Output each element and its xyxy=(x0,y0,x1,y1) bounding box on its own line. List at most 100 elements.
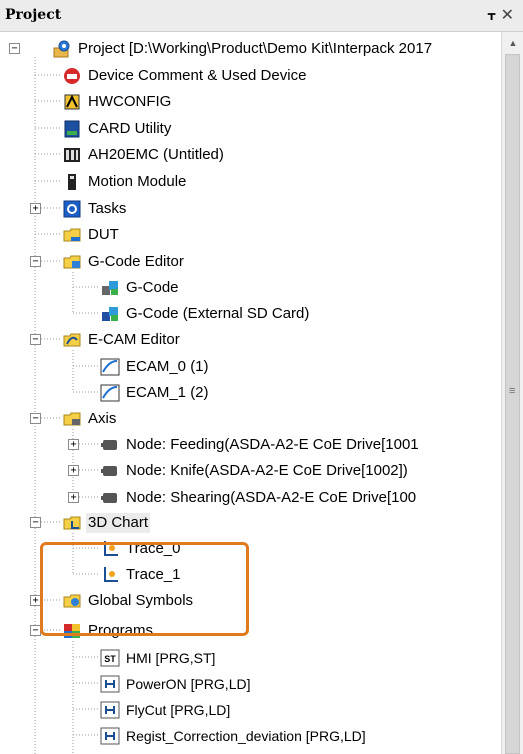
tree-label: Node: Feeding(ASDA-A2-E CoE Drive[1001 xyxy=(126,435,419,453)
shearing-expand-toggle[interactable]: + xyxy=(68,492,79,503)
tree-label: FlyCut [PRG,LD] xyxy=(126,701,231,718)
gcode-editor-icon xyxy=(62,252,82,272)
vertical-scrollbar[interactable]: ▲ ≡ xyxy=(501,32,523,754)
tree-item-ecam-1[interactable]: ECAM_1 (2) xyxy=(100,380,211,405)
tree-item-tasks[interactable]: Tasks xyxy=(62,196,128,221)
servo-node-icon xyxy=(100,461,120,481)
tree-label: E-CAM Editor xyxy=(88,330,180,348)
tree-label: PowerON [PRG,LD] xyxy=(126,675,251,692)
scrollbar-thumb[interactable] xyxy=(505,54,520,754)
ecam-curve-icon xyxy=(100,383,120,403)
tree-item-programs[interactable]: Programs xyxy=(62,618,155,643)
tree-label: Trace_0 xyxy=(126,539,181,557)
tree-label: CARD Utility xyxy=(88,119,172,137)
tree-item-3d-chart[interactable]: 3D Chart xyxy=(62,510,151,535)
tree-label: DUT xyxy=(88,225,119,243)
servo-node-icon xyxy=(100,435,120,455)
tree-label: Node: Shearing(ASDA-A2-E CoE Drive[100 xyxy=(126,488,417,506)
tree-item-hmi[interactable]: ST HMI [PRG,ST] xyxy=(100,645,217,670)
tree-label: Global Symbols xyxy=(88,591,194,609)
tree-label: G-Code (External SD Card) xyxy=(126,304,310,322)
gcode-icon xyxy=(100,278,120,298)
tree-label: Axis xyxy=(88,409,117,427)
ah20emc-icon xyxy=(62,145,82,165)
tree-item-trace-0[interactable]: Trace_0 xyxy=(100,536,182,561)
tree-label: G-Code xyxy=(126,278,179,296)
tree-item-regist-correction[interactable]: Regist_Correction_deviation [PRG,LD] xyxy=(100,723,368,748)
tree-label: HWCONFIG xyxy=(88,92,172,110)
tree-item-ecam-0[interactable]: ECAM_0 (1) xyxy=(100,354,211,379)
ld-program-icon xyxy=(100,700,120,720)
gcode-editor-collapse-toggle[interactable]: − xyxy=(30,256,41,267)
knife-expand-toggle[interactable]: + xyxy=(68,465,79,476)
ecam-editor-icon xyxy=(62,330,82,350)
st-badge-text: ST xyxy=(104,654,116,664)
ecam-editor-collapse-toggle[interactable]: − xyxy=(30,334,41,345)
servo-node-icon xyxy=(100,488,120,508)
project-tree: − + − − − + + + − + − Project [D:\Workin… xyxy=(0,32,501,754)
panel-titlebar: Project ᚁ ✕ xyxy=(0,0,523,32)
tree-label: HMI [PRG,ST] xyxy=(126,649,216,666)
feeding-expand-toggle[interactable]: + xyxy=(68,439,79,450)
st-program-icon: ST xyxy=(100,648,120,668)
tree-label: 3D Chart xyxy=(86,512,151,533)
tree-label: Node: Knife(ASDA-A2-E CoE Drive[1002]) xyxy=(126,461,408,479)
tree-item-node-feeding[interactable]: Node: Feeding(ASDA-A2-E CoE Drive[1001 xyxy=(100,432,421,457)
tasks-icon xyxy=(62,199,82,219)
root-collapse-toggle[interactable]: − xyxy=(9,43,20,54)
3d-chart-collapse-toggle[interactable]: − xyxy=(30,517,41,528)
tree-label: ECAM_0 (1) xyxy=(126,357,209,375)
tree-item-global-symbols[interactable]: Global Symbols xyxy=(62,588,195,613)
ld-program-icon xyxy=(100,674,120,694)
tree-item-poweron[interactable]: PowerON [PRG,LD] xyxy=(100,671,252,696)
tasks-expand-toggle[interactable]: + xyxy=(30,203,41,214)
gcode-sd-icon xyxy=(100,304,120,324)
tree-item-motion-module[interactable]: Motion Module xyxy=(62,169,188,194)
programs-icon xyxy=(62,621,82,641)
tree-item-hwconfig[interactable]: HWCONFIG xyxy=(62,89,173,114)
tree-label: Device Comment & Used Device xyxy=(88,66,307,84)
card-utility-icon xyxy=(62,119,82,139)
pin-icon[interactable]: ᚁ xyxy=(488,5,495,22)
ld-program-icon xyxy=(100,726,120,746)
tree-item-gcode-editor[interactable]: G-Code Editor xyxy=(62,249,186,274)
axis-collapse-toggle[interactable]: − xyxy=(30,413,41,424)
tree-label: Regist_Correction_deviation [PRG,LD] xyxy=(126,727,366,744)
panel-title: Project xyxy=(5,7,62,23)
close-icon[interactable]: ✕ xyxy=(501,5,514,25)
trace-icon xyxy=(100,539,120,559)
tree-item-ah20emc[interactable]: AH20EMC (Untitled) xyxy=(62,142,226,167)
tree-item-axis[interactable]: Axis xyxy=(62,406,118,431)
tree-item-node-knife[interactable]: Node: Knife(ASDA-A2-E CoE Drive[1002]) xyxy=(100,458,410,483)
tree-root-project[interactable]: Project [D:\Working\Product\Demo Kit\Int… xyxy=(52,36,434,61)
tree-label: Trace_1 xyxy=(126,565,181,583)
project-gear-icon xyxy=(52,39,72,59)
tree-item-gcode[interactable]: G-Code xyxy=(100,275,181,300)
hwconfig-icon xyxy=(62,92,82,112)
tree-item-node-shearing[interactable]: Node: Shearing(ASDA-A2-E CoE Drive[100 xyxy=(100,485,418,510)
device-comment-icon xyxy=(62,66,82,86)
dut-icon xyxy=(62,225,82,245)
tree-label: Motion Module xyxy=(88,172,187,190)
tree-item-card-utility[interactable]: CARD Utility xyxy=(62,116,173,141)
tree-item-trace-1[interactable]: Trace_1 xyxy=(100,562,182,587)
tree-item-ecam-editor[interactable]: E-CAM Editor xyxy=(62,327,182,352)
tree-item-gcode-sd[interactable]: G-Code (External SD Card) xyxy=(100,301,311,326)
tree-item-device-comment[interactable]: Device Comment & Used Device xyxy=(62,63,308,88)
tree-label: G-Code Editor xyxy=(88,252,184,270)
tree-label: ECAM_1 (2) xyxy=(126,383,209,401)
tree-item-flycut[interactable]: FlyCut [PRG,LD] xyxy=(100,697,232,722)
ecam-curve-icon xyxy=(100,357,120,377)
axis-folder-icon xyxy=(62,409,82,429)
scrollbar-grip-icon: ≡ xyxy=(509,385,516,397)
global-symbols-icon xyxy=(62,591,82,611)
tree-label: Project [D:\Working\Product\Demo Kit\Int… xyxy=(78,39,433,57)
tree-label: Programs xyxy=(88,621,154,639)
global-symbols-expand-toggle[interactable]: + xyxy=(30,595,41,606)
programs-collapse-toggle[interactable]: − xyxy=(30,625,41,636)
tree-label: Tasks xyxy=(88,199,127,217)
scroll-up-arrow-icon[interactable]: ▲ xyxy=(502,32,523,54)
tree-item-dut[interactable]: DUT xyxy=(62,222,121,247)
motion-module-icon xyxy=(62,172,82,192)
trace-icon xyxy=(100,565,120,585)
